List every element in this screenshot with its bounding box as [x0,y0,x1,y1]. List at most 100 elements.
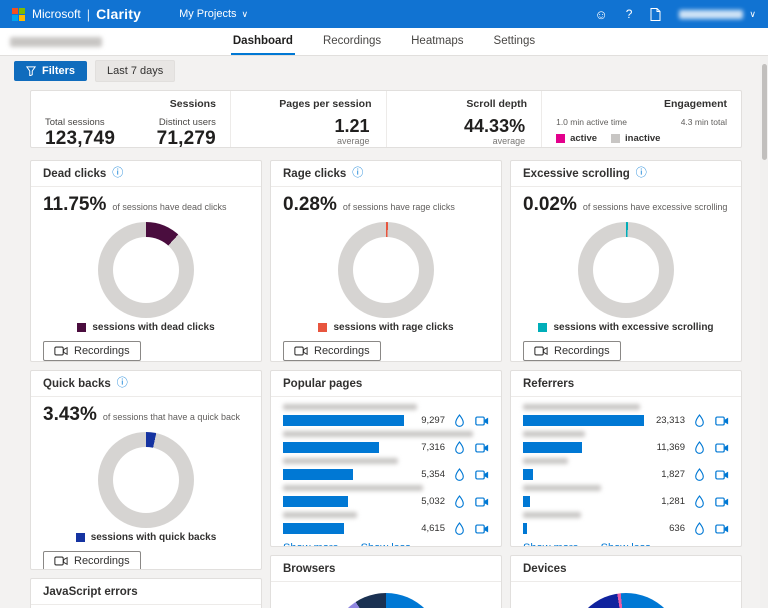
recordings-camera-icon[interactable] [474,413,489,428]
referrer-count: 23,313 [651,415,685,426]
referrer-redacted [523,404,640,410]
quick-backs-desc: of sessions that have a quick back [103,412,240,422]
heatmap-drop-icon[interactable] [452,440,467,455]
heatmap-drop-icon[interactable] [692,521,707,536]
cards-grid: Dead clicks ⓘ 11.75% of sessions have de… [30,160,742,608]
page-count: 7,316 [411,442,445,453]
recordings-button[interactable]: Recordings [43,341,141,361]
feedback-smiley-icon[interactable]: ☺ [594,7,607,22]
info-icon[interactable]: ⓘ [117,378,128,389]
pps-label: Pages per session [245,98,372,110]
help-icon[interactable]: ? [626,7,633,21]
nav-tabs: Dashboard Recordings Heatmaps Settings [231,28,537,55]
metric-scroll-depth: Scroll depth 44.33% average [386,91,542,147]
page-bar [283,469,353,480]
referrers-list: 23,313 11,369 [511,397,741,547]
recordings-camera-icon[interactable] [714,467,729,482]
tab-recordings[interactable]: Recordings [321,28,383,55]
project-tabs-bar: Dashboard Recordings Heatmaps Settings [0,28,768,56]
quick-backs-value: 3.43% [43,404,97,426]
legend-inactive-swatch [611,134,620,143]
page-bar [283,496,348,507]
recordings-camera-icon[interactable] [714,494,729,509]
chevron-down-icon: ∨ [242,9,249,20]
recordings-button[interactable]: Recordings [523,341,621,361]
show-more-link[interactable]: Show more [283,542,339,547]
heatmap-drop-icon[interactable] [692,413,707,428]
referrer-bar [523,523,527,534]
recordings-camera-icon[interactable] [714,521,729,536]
date-range-chip[interactable]: Last 7 days [95,60,175,82]
tab-heatmaps[interactable]: Heatmaps [409,28,465,55]
total-sessions-value: 123,749 [45,128,115,150]
show-more-link[interactable]: Show more [523,542,579,547]
referrer-redacted [523,512,581,518]
browsers-title: Browsers [283,563,335,575]
excessive-scrolling-title: Excessive scrolling [523,168,630,180]
my-projects-dropdown[interactable]: My Projects ∨ [179,8,248,20]
heatmap-drop-icon[interactable] [452,467,467,482]
distinct-users: Distinct users 71,279 [157,117,216,150]
heatmap-drop-icon[interactable] [452,494,467,509]
recordings-camera-icon[interactable] [474,494,489,509]
page-bar [283,523,344,534]
referrer-count: 636 [651,523,685,534]
recordings-camera-icon[interactable] [714,413,729,428]
recordings-camera-icon[interactable] [474,440,489,455]
rage-clicks-title: Rage clicks [283,168,346,180]
info-icon[interactable]: ⓘ [112,168,123,179]
filters-button[interactable]: Filters [14,61,87,81]
recordings-camera-icon[interactable] [474,467,489,482]
list-item: 5,354 [283,458,489,482]
recordings-button[interactable]: Recordings [283,341,381,361]
heatmap-drop-icon[interactable] [692,440,707,455]
referrer-count: 1,827 [651,469,685,480]
recordings-camera-icon[interactable] [474,521,489,536]
page-url-redacted [283,485,423,491]
excessive-scrolling-desc: of sessions have excessive scrolling [583,202,728,212]
video-camera-icon [294,346,308,356]
heatmap-drop-icon[interactable] [452,413,467,428]
list-item: 23,313 [523,404,729,428]
referrers-title: Referrers [523,378,574,390]
heatmap-drop-icon[interactable] [692,467,707,482]
show-less-link[interactable]: Show less [601,542,651,547]
page-url-redacted [283,431,473,437]
heatmap-drop-icon[interactable] [692,494,707,509]
show-less-link[interactable]: Show less [361,542,411,547]
referrer-bar [523,442,582,453]
funnel-icon [26,66,36,76]
engagement-label: Engagement [556,98,727,110]
page-bar [283,442,379,453]
popular-pages-list: 9,297 7,316 [271,397,501,547]
page-count: 4,615 [411,523,445,534]
quick-backs-title: Quick backs [43,378,111,390]
metric-pages-per-session: Pages per session 1.21 average [230,91,386,147]
page-count: 5,032 [411,496,445,507]
info-icon[interactable]: ⓘ [352,168,363,179]
filter-bar: Filters Last 7 days [0,56,768,86]
page-count: 5,354 [411,469,445,480]
heatmap-drop-icon[interactable] [452,521,467,536]
tab-dashboard[interactable]: Dashboard [231,28,295,55]
brand-microsoft: Microsoft [32,7,81,21]
dead-clicks-donut-chart [98,222,194,318]
scrollbar-thumb[interactable] [762,64,767,160]
recordings-button-label: Recordings [314,345,370,357]
recordings-button-label: Recordings [74,345,130,357]
page-url-redacted [283,404,417,410]
dead-clicks-value: 11.75% [43,194,106,216]
account-menu[interactable]: ∨ [679,9,756,20]
recordings-button[interactable]: Recordings [43,551,141,570]
recordings-button-label: Recordings [74,555,130,567]
docs-icon[interactable] [650,8,661,21]
info-icon[interactable]: ⓘ [636,168,647,179]
recordings-camera-icon[interactable] [714,440,729,455]
vertical-scrollbar[interactable] [760,56,768,608]
referrer-redacted [523,485,601,491]
quick-backs-donut-chart [98,432,194,528]
dead-clicks-title: Dead clicks [43,168,106,180]
tab-settings[interactable]: Settings [492,28,538,55]
devices-title: Devices [523,563,566,575]
list-item: 1,281 [523,485,729,509]
